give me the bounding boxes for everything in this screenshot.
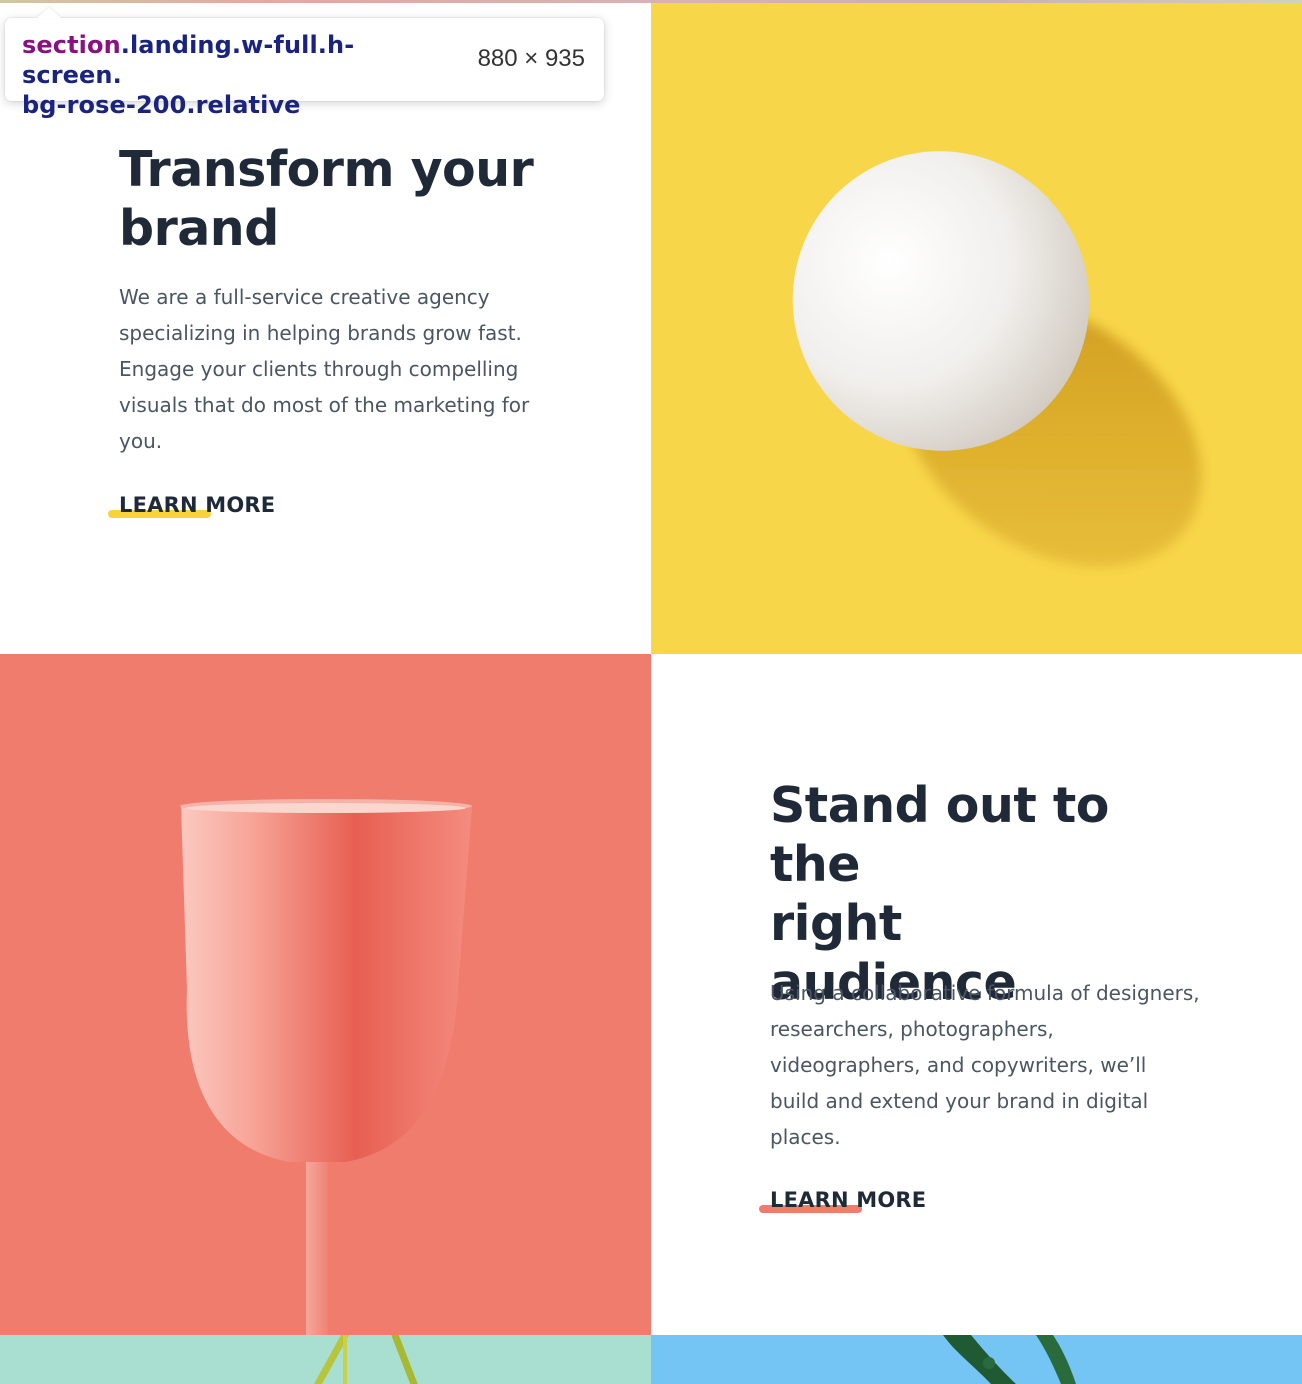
plant-stem-illustration — [314, 1335, 418, 1384]
landing-grid: Transform your brand We are a full-servi… — [0, 3, 1302, 1384]
glass-illustration — [180, 799, 472, 1335]
egg-illustration — [792, 151, 1202, 567]
selector-tag: section — [22, 31, 121, 59]
blue-image — [651, 1335, 1302, 1384]
section-description: We are a full-service creative agency sp… — [119, 285, 530, 453]
glass-image — [0, 654, 651, 1335]
devtools-inspector-tooltip: section.landing.w-full.h-screen. bg-rose… — [5, 7, 604, 119]
tooltip-arrow — [37, 7, 61, 18]
heading-line: right — [770, 895, 902, 952]
section-heading: Transform your brand — [119, 140, 539, 258]
learn-more-label: LEARN MORE — [770, 1188, 927, 1212]
learn-more-link[interactable]: LEARN MORE — [759, 1187, 927, 1213]
selector-classes-line2: bg-rose-200.relative — [22, 91, 301, 119]
mint-image — [0, 1335, 651, 1384]
heading-line: brand — [119, 200, 279, 257]
section-description: Using a collaborative formula of designe… — [770, 981, 1200, 1149]
element-selector: section.landing.w-full.h-screen. bg-rose… — [22, 30, 452, 120]
heading-line: Transform your — [119, 141, 534, 198]
learn-more-link[interactable]: LEARN MORE — [108, 492, 276, 518]
egg-image — [651, 3, 1302, 654]
heading-line: Stand out to the — [770, 777, 1109, 893]
learn-more-label: LEARN MORE — [119, 493, 276, 517]
element-dimensions: 880 × 935 — [477, 45, 585, 72]
leaf-illustration — [943, 1335, 1076, 1384]
stand-out-section: Stand out to the right audience Using a … — [651, 654, 1302, 1335]
